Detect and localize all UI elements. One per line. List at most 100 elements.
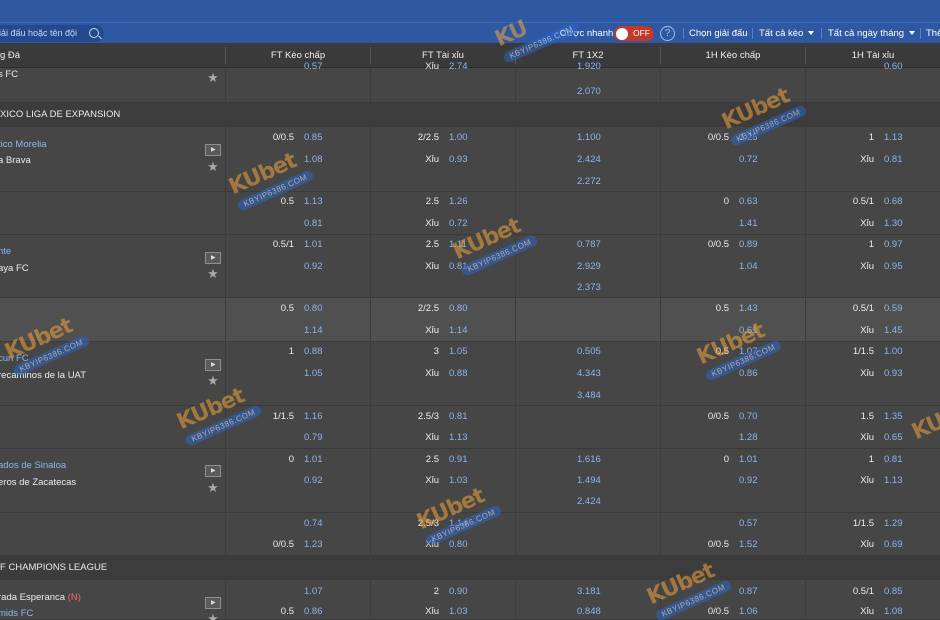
odds-cell[interactable]: 0.60 (884, 60, 903, 74)
odds-cell[interactable]: 1.05 (449, 345, 468, 359)
star-icon[interactable]: ★ (206, 71, 220, 85)
league-header[interactable]: XICO LIGA DE EXPANSION (0, 103, 940, 127)
odds-cell[interactable]: 1.29 (884, 517, 903, 531)
odds-cell[interactable]: 0.97 (884, 238, 903, 252)
odds-cell[interactable]: 0.81 (449, 260, 468, 274)
odds-cell[interactable]: 0.63 (739, 195, 758, 209)
odds-cell[interactable]: 1.920 (577, 60, 601, 74)
league-header[interactable]: F CHAMPIONS LEAGUE (0, 556, 940, 580)
odds-cell[interactable]: 2.424 (577, 495, 601, 509)
live-stream-icon[interactable]: ▶ (205, 465, 221, 477)
odds-cell[interactable]: 1.16 (304, 410, 323, 424)
odds-cell[interactable]: 1.07 (304, 585, 323, 599)
odds-cell[interactable]: 1.25 (739, 131, 758, 145)
odds-cell[interactable]: 2.272 (577, 175, 601, 189)
odds-cell[interactable]: 1.13 (884, 131, 903, 145)
odds-cell[interactable]: 1.28 (739, 431, 758, 445)
odds-cell[interactable]: 0.86 (304, 605, 323, 619)
odds-cell[interactable]: 0.88 (449, 367, 468, 381)
odds-cell[interactable]: 0.787 (577, 238, 601, 252)
odds-cell[interactable]: 1.04 (739, 260, 758, 274)
odds-cell[interactable]: 0.91 (449, 453, 468, 467)
odds-cell[interactable]: 0.505 (577, 345, 601, 359)
odds-cell[interactable]: 0.59 (884, 302, 903, 316)
odds-cell[interactable]: 0.92 (304, 474, 323, 488)
odds-cell[interactable]: 2.373 (577, 281, 601, 295)
live-stream-icon[interactable]: ▶ (205, 597, 221, 609)
odds-cell[interactable]: 0.72 (449, 217, 468, 231)
quick-bet-toggle[interactable]: OFF (614, 26, 654, 41)
odds-cell[interactable]: 0.85 (304, 131, 323, 145)
odds-cell[interactable]: 2.74 (449, 60, 468, 74)
odds-cell[interactable]: 0.85 (884, 585, 903, 599)
odds-cell[interactable]: 1.13 (884, 474, 903, 488)
odds-cell[interactable]: 1.35 (884, 410, 903, 424)
odds-cell[interactable]: 1.13 (449, 431, 468, 445)
bet-type-dropdown[interactable]: Tất cả kèo (759, 23, 815, 44)
odds-cell[interactable]: 0.68 (884, 195, 903, 209)
date-dropdown[interactable]: Tất cả ngày tháng (828, 23, 916, 44)
odds-cell[interactable]: 0.57 (739, 517, 758, 531)
odds-cell[interactable]: 1.01 (304, 453, 323, 467)
live-stream-icon[interactable]: ▶ (205, 252, 221, 264)
odds-cell[interactable]: 0.92 (739, 474, 758, 488)
odds-cell[interactable]: 1.41 (739, 217, 758, 231)
odds-cell[interactable]: 1.13 (304, 195, 323, 209)
odds-cell[interactable]: 1.08 (884, 605, 903, 619)
odds-cell[interactable]: 0.79 (304, 431, 323, 445)
odds-cell[interactable]: 1.11 (449, 238, 467, 252)
odds-cell[interactable]: 4.343 (577, 367, 601, 381)
odds-cell[interactable]: 0.87 (739, 585, 758, 599)
odds-cell[interactable]: 0.93 (884, 367, 903, 381)
search-input[interactable]: iải đấu hoặc tên đội (0, 25, 104, 42)
live-stream-icon[interactable]: ▶ (205, 144, 221, 156)
odds-cell[interactable]: 0.89 (739, 238, 758, 252)
odds-cell[interactable]: 1.06 (739, 605, 758, 619)
odds-cell[interactable]: 3.484 (577, 389, 601, 403)
odds-cell[interactable]: 0.80 (304, 302, 323, 316)
star-icon[interactable]: ★ (206, 160, 220, 174)
odds-cell[interactable]: 0.92 (304, 260, 323, 274)
search-icon[interactable] (89, 28, 99, 38)
odds-cell[interactable]: 1.05 (304, 367, 323, 381)
odds-cell[interactable]: 1.26 (449, 195, 468, 209)
odds-cell[interactable]: 0.86 (739, 367, 758, 381)
odds-cell[interactable]: 0.72 (739, 153, 758, 167)
odds-cell[interactable]: 0.93 (449, 153, 468, 167)
odds-cell[interactable]: 1.01 (304, 238, 323, 252)
odds-cell[interactable]: 1.43 (739, 302, 758, 316)
odds-cell[interactable]: 0.95 (884, 260, 903, 274)
odds-cell[interactable]: 0.80 (449, 538, 468, 552)
odds-cell[interactable]: 1.23 (304, 538, 323, 552)
odds-cell[interactable]: 1.494 (577, 474, 601, 488)
odds-cell[interactable]: 0.88 (304, 345, 323, 359)
odds-cell[interactable]: 1.07 (739, 345, 758, 359)
odds-cell[interactable]: 1.45 (884, 324, 903, 338)
odds-cell[interactable]: 2.070 (577, 85, 601, 99)
odds-cell[interactable]: 0.74 (304, 517, 323, 531)
odds-cell[interactable]: 1.14 (449, 517, 468, 531)
odds-cell[interactable]: 1.52 (739, 538, 758, 552)
odds-cell[interactable]: 1.03 (449, 605, 468, 619)
odds-cell[interactable]: 1.00 (449, 131, 468, 145)
choose-league-button[interactable]: Chọn giải đấu (689, 23, 748, 44)
odds-cell[interactable]: 1.14 (304, 324, 323, 338)
odds-cell[interactable]: 0.61 (739, 324, 758, 338)
odds-cell[interactable]: 0.81 (884, 453, 903, 467)
odds-cell[interactable]: 1.01 (739, 453, 758, 467)
odds-cell[interactable]: 2.424 (577, 153, 601, 167)
odds-cell[interactable]: 0.70 (739, 410, 758, 424)
odds-cell[interactable]: 3.181 (577, 585, 601, 599)
odds-cell[interactable]: 2.929 (577, 260, 601, 274)
odds-cell[interactable]: 1.14 (449, 324, 468, 338)
star-icon[interactable]: ★ (206, 374, 220, 388)
odds-cell[interactable]: 0.81 (449, 410, 468, 424)
odds-cell[interactable]: 1.616 (577, 453, 601, 467)
help-icon[interactable]: ? (660, 26, 675, 41)
live-stream-icon[interactable]: ▶ (205, 359, 221, 371)
odds-cell[interactable]: 0.90 (449, 585, 468, 599)
odds-cell[interactable]: 0.69 (884, 538, 903, 552)
odds-cell[interactable]: 0.81 (304, 217, 323, 231)
odds-cell[interactable]: 1.30 (884, 217, 903, 231)
odds-cell[interactable]: 0.80 (449, 302, 468, 316)
